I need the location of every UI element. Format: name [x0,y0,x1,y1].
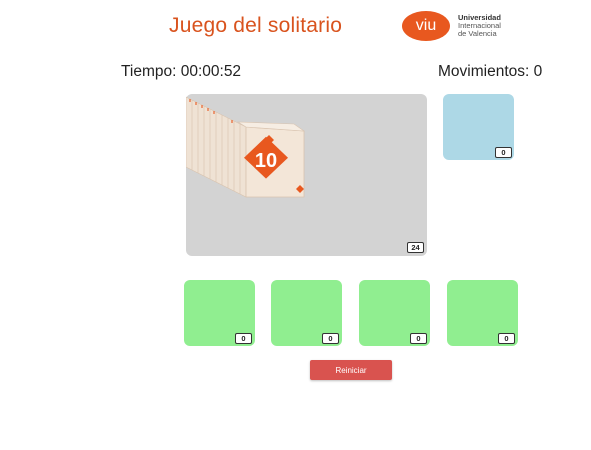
university-logo: viu Universidad Internacional de Valenci… [402,11,527,45]
logo-mark: viu [402,11,450,41]
waste-count: 0 [495,147,512,158]
move-counter: Movimientos: 0 [438,63,543,80]
foundation-pile-1[interactable]: 0 [184,280,255,346]
logo-text: Universidad Internacional de Valencia [458,14,528,38]
deck-pile[interactable]: 10 24 [186,94,427,256]
waste-pile[interactable]: 0 [443,94,514,160]
timer: Tiempo: 00:00:52 [121,63,242,80]
card-stack[interactable]: 10 [186,94,427,256]
top-card-value: 10 [255,150,277,172]
foundation-count: 0 [322,333,339,344]
page-title: Juego del solitario [169,14,343,37]
foundation-pile-2[interactable]: 0 [271,280,342,346]
foundation-count: 0 [498,333,515,344]
foundation-pile-3[interactable]: 0 [359,280,430,346]
logo-line-3: de Valencia [458,29,497,38]
foundation-count: 0 [235,333,252,344]
foundation-pile-4[interactable]: 0 [447,280,518,346]
reset-button[interactable]: Reiniciar [310,360,392,380]
deck-count: 24 [407,242,424,253]
foundation-count: 0 [410,333,427,344]
